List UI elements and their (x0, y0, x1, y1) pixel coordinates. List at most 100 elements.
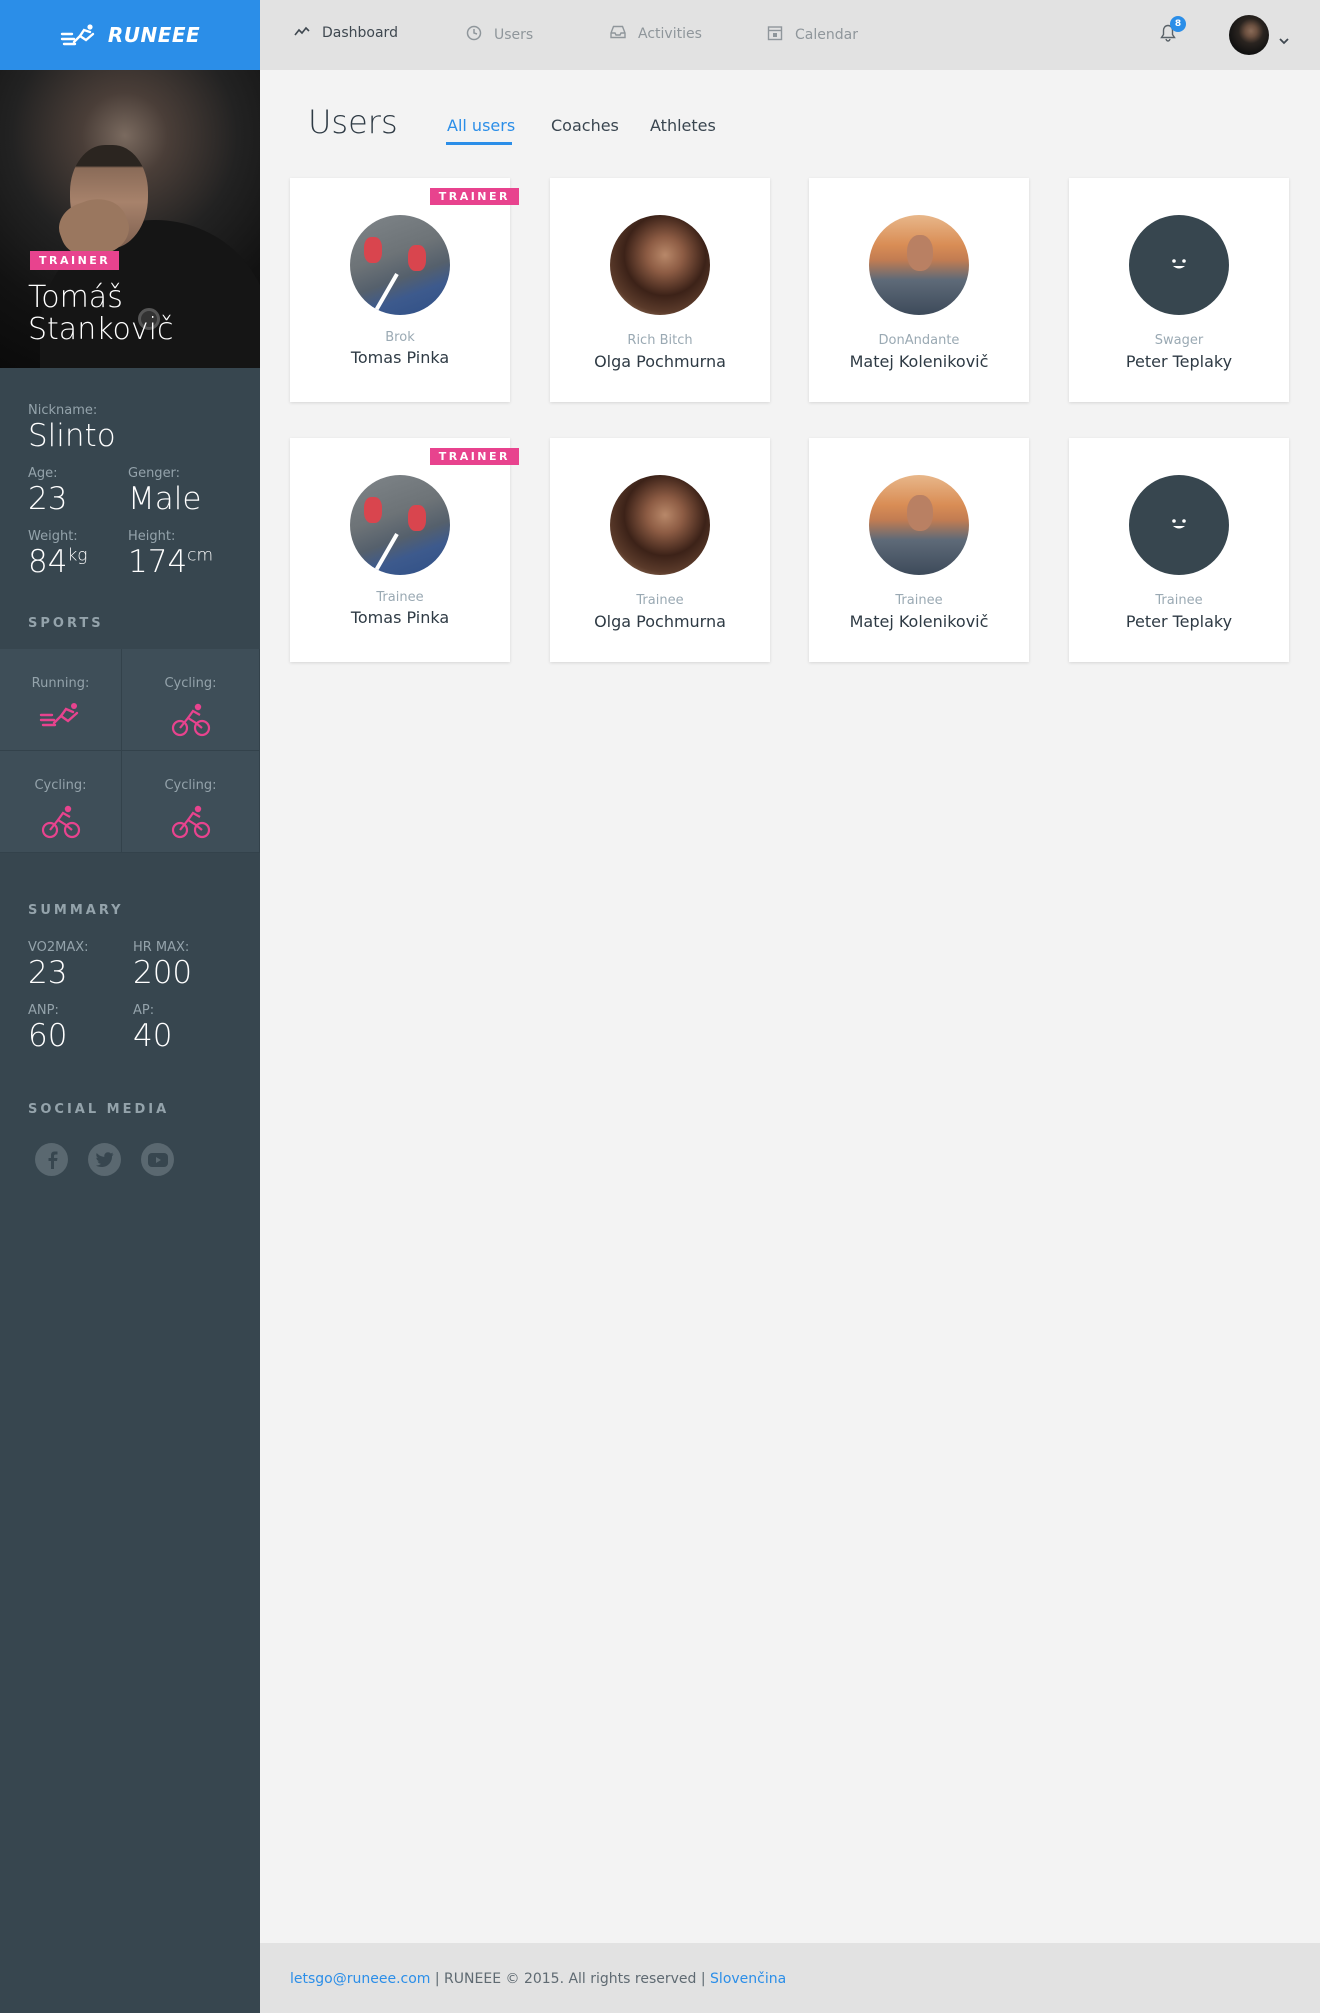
height-label: Height: (128, 529, 176, 544)
nav-users[interactable]: Users (466, 25, 533, 45)
profile-first-name: Tomáš (28, 280, 123, 315)
user-card[interactable]: Trainee Matej Kolenikovič (809, 438, 1029, 662)
youtube-icon[interactable] (141, 1143, 174, 1176)
user-name: Tomas Pinka (350, 608, 450, 627)
nav-label: Activities (638, 26, 702, 42)
brand-bar[interactable]: RUNEEE (0, 0, 260, 70)
copyright-text: | RUNEEE © 2015. All rights reserved | (430, 1971, 711, 1987)
user-card[interactable]: Rich Bitch Olga Pochmurna (550, 178, 770, 402)
clock-icon (466, 25, 482, 45)
user-photo (610, 475, 710, 575)
height-value: 174cm (128, 544, 214, 580)
trainer-badge: TRAINER (429, 448, 519, 465)
default-avatar-icon (1129, 475, 1229, 575)
user-card[interactable]: Swager Peter Teplaky (1069, 178, 1289, 402)
sidebar: RUNEEE TRAINER Tomáš Stankovič Nickname:… (0, 0, 260, 2013)
nav-dashboard[interactable]: Dashboard (294, 25, 398, 41)
social-title: SOCIAL MEDIA (28, 1102, 170, 1117)
sports-title: SPORTS (28, 616, 104, 631)
nav-label: Calendar (795, 27, 858, 43)
tab-athletes[interactable]: Athletes (650, 116, 716, 135)
page-title: Users (308, 103, 398, 141)
weight-value: 84kg (28, 544, 88, 580)
avatar[interactable] (1229, 15, 1269, 55)
anp-value: 60 (28, 1018, 68, 1054)
user-name: Matej Kolenikovič (849, 352, 989, 371)
cycling-icon (41, 803, 81, 843)
user-nickname: Trainee (636, 593, 684, 608)
sport-cycling[interactable]: Cycling: (0, 751, 122, 853)
user-card[interactable]: TRAINER Brok Tomas Pinka (290, 178, 519, 402)
inbox-icon (610, 25, 626, 43)
nickname-value: Slinto (28, 418, 116, 454)
user-name: Olga Pochmurna (594, 352, 726, 371)
user-nickname: Trainee (1155, 593, 1203, 608)
user-card[interactable]: Trainee Olga Pochmurna (550, 438, 770, 662)
running-icon (39, 701, 83, 735)
ap-label: AP: (132, 1003, 155, 1018)
social-links (0, 1143, 260, 1176)
sport-cycling[interactable]: Cycling: (122, 649, 260, 751)
age-label: Age: (28, 466, 58, 481)
top-nav: Dashboard Users Activities Calendar 8 (260, 0, 1320, 70)
user-nickname: Rich Bitch (627, 333, 693, 348)
profile-details: Nickname: Slinto Age: 23 Genger: Male We… (0, 368, 260, 631)
trainer-badge: TRAINER (429, 188, 519, 205)
runner-logo-icon (60, 22, 98, 48)
user-card[interactable]: Trainee Peter Teplaky (1069, 438, 1289, 662)
summary-section: SUMMARY VO2MAX: 23 HR MAX: 200 ANP: 60 A… (0, 853, 260, 1117)
sport-label: Cycling: (34, 778, 87, 793)
vo2max-value: 23 (28, 955, 68, 991)
tab-coaches[interactable]: Coaches (551, 116, 619, 135)
vo2max-label: VO2MAX: (28, 940, 89, 955)
user-name: Peter Teplaky (1125, 352, 1233, 371)
user-nickname: Brok (385, 330, 415, 345)
activity-icon (294, 25, 310, 41)
anp-label: ANP: (28, 1003, 59, 1018)
weight-height-row: Weight: 84kg Height: 174cm (28, 529, 232, 580)
user-name: Peter Teplaky (1125, 612, 1233, 631)
user-photo (350, 475, 450, 575)
sports-grid: Running: Cycling: Cycling: Cycling: (0, 649, 260, 853)
user-card[interactable]: TRAINER Trainee Tomas Pinka (290, 438, 519, 662)
nav-label: Users (494, 27, 534, 43)
user-card[interactable]: DonAndante Matej Kolenikovič (809, 178, 1029, 402)
tab-all-users[interactable]: All users (447, 116, 515, 135)
nav-label: Dashboard (322, 25, 398, 41)
summary-row-1: VO2MAX: 23 HR MAX: 200 (28, 940, 232, 991)
user-photo (869, 475, 969, 575)
ap-value: 40 (132, 1018, 173, 1054)
cycling-icon (171, 803, 211, 843)
facebook-icon[interactable] (35, 1143, 68, 1176)
nickname-label: Nickname: (28, 403, 98, 418)
gender-value: Male (128, 481, 202, 517)
user-name: Matej Kolenikovič (849, 612, 989, 631)
summary-row-2: ANP: 60 AP: 40 (28, 1003, 232, 1054)
email-link[interactable]: letsgo@runeee.com (290, 1971, 430, 1987)
active-tab-indicator (446, 142, 512, 145)
summary-title: SUMMARY (28, 903, 124, 918)
sport-label: Cycling: (164, 778, 217, 793)
age-value: 23 (28, 481, 68, 517)
user-nickname: DonAndante (878, 333, 960, 348)
sport-label: Cycling: (164, 676, 217, 691)
sport-running[interactable]: Running: (0, 649, 122, 751)
calendar-icon (767, 25, 783, 45)
user-nickname: Trainee (895, 593, 943, 608)
profile-last-name: Stankovič (28, 312, 174, 347)
user-photo (350, 215, 450, 315)
nav-calendar[interactable]: Calendar (767, 25, 858, 45)
nav-activities[interactable]: Activities (610, 25, 702, 43)
hrmax-value: 200 (132, 955, 193, 991)
sport-cycling[interactable]: Cycling: (122, 751, 260, 853)
chevron-down-icon[interactable] (1278, 30, 1290, 49)
brand-name: RUNEEE (107, 23, 201, 47)
user-photo (869, 215, 969, 315)
sport-label: Running: (31, 676, 90, 691)
user-nickname: Swager (1154, 333, 1204, 348)
twitter-icon[interactable] (88, 1143, 121, 1176)
trainer-badge: TRAINER (30, 251, 120, 270)
notification-badge: 8 (1170, 16, 1186, 32)
language-link[interactable]: Slovenčina (710, 1971, 786, 1987)
cycling-icon (171, 701, 211, 741)
